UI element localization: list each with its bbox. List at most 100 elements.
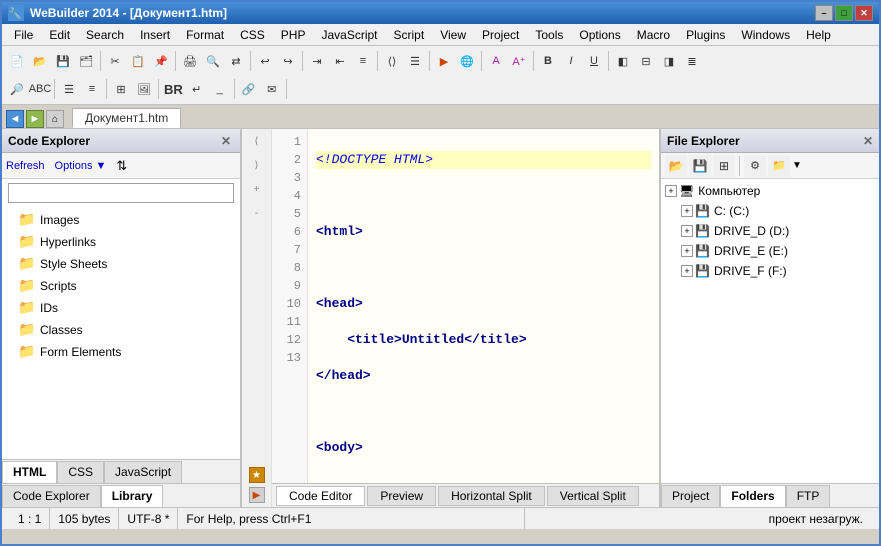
- menu-item-format[interactable]: Format: [178, 25, 232, 45]
- file-item-computer[interactable]: + 🖥 Компьютер: [661, 181, 879, 201]
- expand-e[interactable]: +: [681, 245, 693, 257]
- spell-btn[interactable]: ABC: [29, 78, 51, 100]
- fe-btn3[interactable]: ⊞: [713, 155, 735, 177]
- align-left-btn[interactable]: ◧: [612, 50, 634, 72]
- list-btn[interactable]: ☰: [58, 78, 80, 100]
- tag-btn[interactable]: ⟨⟩: [381, 50, 403, 72]
- underline-btn[interactable]: U: [583, 50, 605, 72]
- code-content[interactable]: <!DOCTYPE HTML> <html> <head> <title>Unt…: [308, 129, 659, 483]
- gutter-icon-1[interactable]: ⟨: [249, 133, 265, 149]
- tree-item-stylesheets[interactable]: 📁 Style Sheets: [2, 253, 240, 275]
- run-btn[interactable]: ▶: [433, 50, 455, 72]
- tab-code-explorer[interactable]: Code Explorer: [2, 485, 101, 507]
- tree-item-hyperlinks[interactable]: 📁 Hyperlinks: [2, 231, 240, 253]
- menu-item-php[interactable]: PHP: [273, 25, 314, 45]
- back-arrow[interactable]: ◄: [6, 110, 24, 128]
- expand-computer[interactable]: +: [665, 185, 677, 197]
- new-btn[interactable]: 📄: [6, 50, 28, 72]
- menu-item-css[interactable]: CSS: [232, 25, 273, 45]
- tab-ftp[interactable]: FTP: [786, 485, 831, 507]
- search-input[interactable]: [8, 183, 234, 203]
- indent-btn[interactable]: ⇥: [306, 50, 328, 72]
- tree-item-classes[interactable]: 📁 Classes: [2, 319, 240, 341]
- tab-library[interactable]: Library: [101, 485, 164, 507]
- menu-item-tools[interactable]: Tools: [527, 25, 571, 45]
- expand-d[interactable]: +: [681, 225, 693, 237]
- code-tab-editor[interactable]: Code Editor: [276, 486, 365, 506]
- color2-btn[interactable]: A⁺: [508, 50, 530, 72]
- file-item-c[interactable]: + 💾 C: (C:): [661, 201, 879, 221]
- menu-item-macro[interactable]: Macro: [629, 25, 678, 45]
- outdent-btn[interactable]: ⇤: [329, 50, 351, 72]
- sort-btn[interactable]: ⇅: [116, 158, 127, 174]
- gutter-icon-2[interactable]: ⟩: [249, 157, 265, 173]
- menu-item-edit[interactable]: Edit: [41, 25, 78, 45]
- link-btn[interactable]: 🔗: [238, 78, 260, 100]
- code-tab-vsplit[interactable]: Vertical Split: [547, 486, 639, 506]
- menu-item-help[interactable]: Help: [798, 25, 839, 45]
- save-all-btn[interactable]: 🗂: [75, 50, 97, 72]
- refresh-btn[interactable]: Refresh: [6, 160, 45, 172]
- doc-tab-active[interactable]: Документ1.htm: [72, 108, 181, 128]
- img-btn[interactable]: 🖼: [133, 78, 155, 100]
- tree-item-ids[interactable]: 📁 IDs: [2, 297, 240, 319]
- save-btn[interactable]: 💾: [52, 50, 74, 72]
- home-btn[interactable]: ⌂: [46, 110, 64, 128]
- menu-item-search[interactable]: Search: [78, 25, 132, 45]
- nbsp-btn[interactable]: _: [209, 78, 231, 100]
- tree-item-scripts[interactable]: 📁 Scripts: [2, 275, 240, 297]
- tab-project[interactable]: Project: [661, 485, 720, 507]
- file-item-e[interactable]: + 💾 DRIVE_E (E:): [661, 241, 879, 261]
- zoom-btn[interactable]: 🔎: [6, 78, 28, 100]
- expand-c[interactable]: +: [681, 205, 693, 217]
- attr-btn[interactable]: ☰: [404, 50, 426, 72]
- expand-f[interactable]: +: [681, 265, 693, 277]
- italic-btn[interactable]: I: [560, 50, 582, 72]
- replace-btn[interactable]: ⇄: [225, 50, 247, 72]
- menu-item-options[interactable]: Options: [571, 25, 628, 45]
- fe-btn4[interactable]: ⚙: [744, 155, 766, 177]
- fe-btn5[interactable]: 📁: [768, 155, 790, 177]
- tab-css[interactable]: CSS: [57, 461, 104, 483]
- undo-btn[interactable]: ↩: [254, 50, 276, 72]
- br-btn[interactable]: ↵: [186, 78, 208, 100]
- bookmark-icon[interactable]: ★: [249, 467, 265, 483]
- forward-arrow[interactable]: ►: [26, 110, 44, 128]
- menu-item-view[interactable]: View: [432, 25, 474, 45]
- find-btn[interactable]: 🔍: [202, 50, 224, 72]
- menu-item-script[interactable]: Script: [386, 25, 433, 45]
- code-tab-preview[interactable]: Preview: [367, 486, 436, 506]
- menu-item-file[interactable]: File: [6, 25, 41, 45]
- align-right-btn[interactable]: ◨: [658, 50, 680, 72]
- tab-javascript[interactable]: JavaScript: [104, 461, 182, 483]
- file-item-f[interactable]: + 💾 DRIVE_F (F:): [661, 261, 879, 281]
- gutter-icon-minus[interactable]: -: [249, 205, 265, 221]
- code-tab-hsplit[interactable]: Horizontal Split: [438, 486, 545, 506]
- close-button[interactable]: ✕: [855, 5, 873, 21]
- tab-folders[interactable]: Folders: [720, 485, 785, 507]
- redo-btn[interactable]: ↪: [277, 50, 299, 72]
- open-btn[interactable]: 📂: [29, 50, 51, 72]
- print-btn[interactable]: 🖨: [179, 50, 201, 72]
- menu-item-javascript[interactable]: JavaScript: [313, 25, 385, 45]
- minimize-button[interactable]: –: [815, 5, 833, 21]
- tree-item-formelements[interactable]: 📁 Form Elements: [2, 341, 240, 363]
- menu-item-windows[interactable]: Windows: [733, 25, 798, 45]
- file-explorer-close[interactable]: ✕: [863, 134, 873, 148]
- align-justify-btn[interactable]: ≣: [681, 50, 703, 72]
- num-list-btn[interactable]: ≡: [81, 78, 103, 100]
- email-btn[interactable]: ✉: [261, 78, 283, 100]
- color-btn[interactable]: A: [485, 50, 507, 72]
- tab-html[interactable]: HTML: [2, 461, 57, 483]
- maximize-button[interactable]: □: [835, 5, 853, 21]
- menu-item-insert[interactable]: Insert: [132, 25, 178, 45]
- gutter-icon-plus[interactable]: +: [249, 181, 265, 197]
- copy-btn[interactable]: 📋: [127, 50, 149, 72]
- paste-btn[interactable]: 📌: [150, 50, 172, 72]
- menu-item-plugins[interactable]: Plugins: [678, 25, 733, 45]
- fe-btn1[interactable]: 📂: [665, 155, 687, 177]
- file-item-d[interactable]: + 💾 DRIVE_D (D:): [661, 221, 879, 241]
- align-btn[interactable]: ≡: [352, 50, 374, 72]
- tree-item-images[interactable]: 📁 Images: [2, 209, 240, 231]
- browser-btn[interactable]: 🌐: [456, 50, 478, 72]
